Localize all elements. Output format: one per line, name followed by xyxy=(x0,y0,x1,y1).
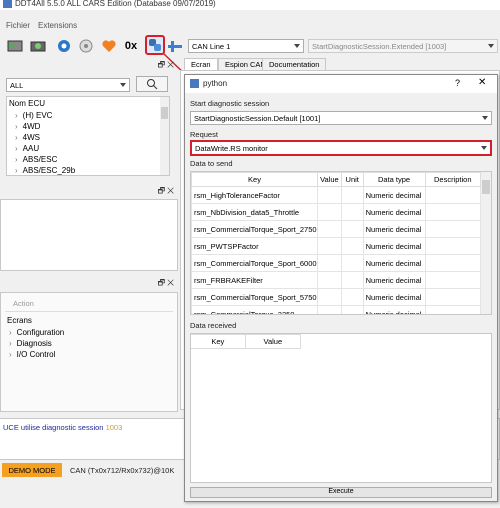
start-session-value: StartDiagnosticSession.Default [1001] xyxy=(194,114,321,123)
list-item[interactable]: › ABS/ESC_29b xyxy=(15,166,75,175)
send-table-scrollbar[interactable] xyxy=(481,172,491,314)
request-select[interactable]: DataWrite.RS monitor xyxy=(190,140,492,156)
tab-documentation[interactable]: Documentation xyxy=(262,58,327,70)
close-icon[interactable]: ✕ xyxy=(478,77,486,88)
can-line-select[interactable]: CAN Line 1 xyxy=(188,39,304,53)
request-value: DataWrite.RS monitor xyxy=(195,144,268,153)
table-row[interactable]: rsm_CommercialTorque_2250 Numeric decimal xyxy=(191,305,481,314)
column-value[interactable]: Value xyxy=(244,334,302,349)
start-session-select[interactable]: StartDiagnosticSession.Default [1001] xyxy=(190,111,492,125)
hex-button[interactable]: 0x xyxy=(122,37,140,55)
menu-bar: Fichier Extensions xyxy=(0,20,500,32)
data-to-send-label: Data to send xyxy=(190,159,233,168)
search-button[interactable] xyxy=(136,76,168,92)
scan-icon xyxy=(30,41,46,52)
python-dialog: python ? ✕ Start diagnostic session Star… xyxy=(184,74,498,502)
scan-all-button[interactable] xyxy=(29,37,47,55)
app-icon xyxy=(190,79,199,88)
bus-icon xyxy=(168,41,182,52)
window-title: DDT4All 5.5.0 ALL CARS Edition (Database… xyxy=(15,0,216,8)
mid-pane-header: 🗗✕ xyxy=(0,186,180,197)
can-line-value: CAN Line 1 xyxy=(192,42,231,51)
session-select[interactable]: StartDiagnosticSession.Extended [1003] xyxy=(308,39,498,53)
session-value: StartDiagnosticSession.Extended [1003] xyxy=(312,42,447,51)
send-table: Key Value Unit Data type Description rsm… xyxy=(191,172,481,314)
mid-pane xyxy=(0,199,178,271)
tab-ecran[interactable]: Ecran xyxy=(184,58,218,70)
list-item[interactable]: › ABS/ESC xyxy=(15,155,57,164)
chevron-down-icon xyxy=(294,44,300,48)
column-value[interactable]: Value xyxy=(316,172,342,187)
refresh-button[interactable] xyxy=(55,37,73,55)
float-close-icon[interactable]: 🗗✕ xyxy=(158,277,176,291)
table-row[interactable]: rsm_PWTSPFactor Numeric decimal xyxy=(191,237,481,255)
settings-button[interactable] xyxy=(77,37,95,55)
list-item[interactable]: › 4WS xyxy=(15,133,40,142)
help-icon[interactable]: ? xyxy=(455,78,460,88)
heart-icon xyxy=(102,40,116,52)
column-key[interactable]: Key xyxy=(191,172,318,187)
column-unit[interactable]: Unit xyxy=(340,172,364,187)
can-status: CAN (Tx0x712/Rx0x732)@10K xyxy=(70,466,175,475)
tree-item-configuration[interactable]: › Configuration xyxy=(9,328,64,337)
chevron-down-icon xyxy=(120,83,126,87)
float-close-icon[interactable]: 🗗✕ xyxy=(158,59,176,73)
screens-label: Ecrans xyxy=(7,316,32,325)
ecu-filter-select[interactable]: ALL xyxy=(6,78,130,92)
table-row[interactable]: rsm_HighToleranceFactor Numeric decimal xyxy=(191,186,481,204)
refresh-icon xyxy=(58,40,70,52)
app-icon xyxy=(3,0,12,8)
execute-button[interactable]: Execute xyxy=(190,487,492,498)
list-item[interactable]: › (H) EVC xyxy=(15,111,52,120)
ecu-list-header: Nom ECU xyxy=(9,99,46,108)
column-key[interactable]: Key xyxy=(191,334,246,349)
received-table: Key Value xyxy=(191,334,302,349)
chevron-down-icon xyxy=(488,44,494,48)
menu-fichier[interactable]: Fichier xyxy=(6,21,30,30)
tree-item-io-control[interactable]: › I/O Control xyxy=(9,350,55,359)
log-line: UCE utilise diagnostic session 1003 xyxy=(3,423,123,432)
search-icon xyxy=(147,79,158,90)
screens-pane: Action Ecrans › Configuration › Diagnosis … xyxy=(0,292,178,412)
chevron-down-icon xyxy=(481,146,487,150)
float-close-icon[interactable]: 🗗✕ xyxy=(158,185,176,199)
scan-ecu-button[interactable] xyxy=(6,37,24,55)
table-row[interactable]: rsm_CommercialTorque_Sport_6000 Numeric d… xyxy=(191,254,481,272)
screens-pane-header: 🗗✕ xyxy=(0,278,180,289)
start-session-label: Start diagnostic session xyxy=(190,99,270,108)
dialog-title: python xyxy=(203,79,228,88)
table-row[interactable]: rsm_FRBRAKEFilter Numeric decimal xyxy=(191,271,481,289)
list-item[interactable]: › 4WD xyxy=(15,122,40,131)
column-data-type[interactable]: Data type xyxy=(362,172,426,187)
dialog-titlebar: python ? ✕ xyxy=(185,75,497,93)
ecu-list-scrollbar[interactable] xyxy=(160,97,169,175)
demo-mode-badge: DEMO MODE xyxy=(2,463,62,477)
table-row[interactable]: rsm_CommercialTorque_Sport_2750 Numeric d… xyxy=(191,220,481,238)
list-item[interactable]: › AAU xyxy=(15,144,39,153)
network-scan-icon xyxy=(7,40,23,52)
tree-item-diagnosis[interactable]: › Diagnosis xyxy=(9,339,52,348)
received-table-container: Key Value xyxy=(190,333,492,483)
toolbar: 0x CAN Line 1 StartDiagnosticSession.Ext… xyxy=(0,34,500,58)
table-row[interactable]: rsm_CommercialTorque_Sport_5750 Numeric d… xyxy=(191,288,481,306)
action-header: Action xyxy=(13,299,34,308)
ecu-filter-value: ALL xyxy=(10,81,24,90)
column-description[interactable]: Description xyxy=(424,172,481,187)
health-button[interactable] xyxy=(100,37,118,55)
table-row[interactable]: rsm_NbDivision_data5_Throttle Numeric dec… xyxy=(191,203,481,221)
title-bar: DDT4All 5.5.0 ALL CARS Edition (Database… xyxy=(0,0,500,10)
ecu-list: Nom ECU › (H) EVC › 4WD › 4WS › AAU › ABS/ESC… xyxy=(6,96,170,176)
request-label: Request xyxy=(190,130,218,139)
python-icon xyxy=(149,39,161,51)
gear-icon xyxy=(79,39,93,53)
data-received-label: Data received xyxy=(190,321,237,330)
menu-extensions[interactable]: Extensions xyxy=(38,21,77,30)
chevron-down-icon xyxy=(482,116,488,120)
send-table-container: Key Value Unit Data type Description rsm… xyxy=(190,171,492,315)
ecu-pane-header: 🗗✕ xyxy=(0,60,180,71)
